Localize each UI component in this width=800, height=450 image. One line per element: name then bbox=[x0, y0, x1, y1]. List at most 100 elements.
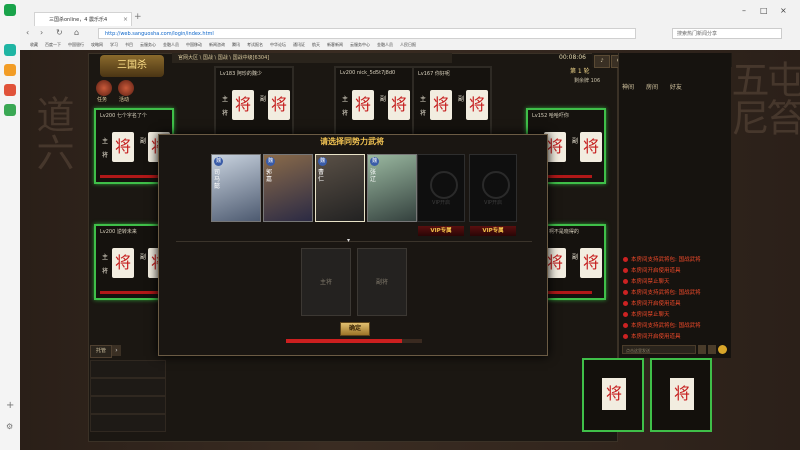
equip-slot bbox=[90, 396, 166, 414]
bookmark-item[interactable]: 收藏 bbox=[30, 42, 38, 47]
side-add-icon[interactable]: + bbox=[6, 400, 14, 411]
log-bullet-icon bbox=[623, 312, 628, 317]
bookmark-item[interactable]: 新客新闻 bbox=[327, 42, 343, 47]
search-input[interactable]: 搜索热门新闻分享 bbox=[672, 28, 782, 39]
confirm-button[interactable]: 确定 bbox=[340, 322, 370, 336]
vip-slot-text: VIP开启 bbox=[484, 200, 502, 206]
bookmark-item[interactable]: 攻略网 bbox=[91, 42, 103, 47]
log-bullet-icon bbox=[623, 268, 628, 273]
bookmark-item[interactable]: 中华论坛 bbox=[270, 42, 286, 47]
close-window-icon[interactable]: × bbox=[780, 6, 787, 15]
tab-room[interactable]: 房间 bbox=[646, 84, 658, 91]
minimize-icon[interactable]: – bbox=[742, 6, 746, 15]
general-glyph: 将 bbox=[112, 248, 134, 278]
browser-logo-icon[interactable] bbox=[4, 4, 16, 16]
seat-tag-fu: 副 bbox=[458, 96, 465, 103]
log-text: 本房间支持武将包: 国战武将 bbox=[631, 323, 701, 329]
general-name: 司马懿 bbox=[214, 169, 221, 190]
bookmark-item[interactable]: 中国移动 bbox=[186, 42, 202, 47]
tab-title: 三国杀online，4 震乐乐4 bbox=[49, 17, 108, 23]
address-bar[interactable]: http://web.sanguosha.com/login/index.htm… bbox=[98, 28, 636, 39]
side-weibo-icon[interactable] bbox=[4, 84, 16, 96]
bookmark-item[interactable]: 云服务心 bbox=[140, 42, 156, 47]
faction-badge: 魏 bbox=[370, 157, 379, 166]
activity-icon[interactable] bbox=[118, 80, 134, 96]
new-tab-button[interactable]: + bbox=[134, 12, 142, 22]
vip-locked-slot: VIP开启 bbox=[469, 154, 517, 222]
dialog-title: 请选择同势力武将 bbox=[320, 137, 384, 146]
seat-tag-zhu: 主 bbox=[222, 96, 229, 103]
bookmark-item[interactable]: 金融人员 bbox=[163, 42, 179, 47]
log-line: 本房间开启使用道具 bbox=[623, 299, 681, 307]
emoji-icon[interactable] bbox=[708, 345, 716, 354]
task-label: 任务 bbox=[97, 97, 108, 103]
chat-input[interactable]: 点击这里发送 bbox=[622, 345, 696, 354]
player-seat[interactable]: Lv167 你好呢主将副将将 bbox=[412, 66, 492, 142]
maximize-icon[interactable]: □ bbox=[760, 6, 768, 15]
general-name: 郭嘉 bbox=[266, 169, 273, 183]
side-app-icon[interactable] bbox=[4, 44, 16, 56]
seat-tag-zhu: 主 bbox=[102, 254, 109, 261]
seat-tag-fu: 副 bbox=[140, 254, 147, 261]
bookmark-item[interactable]: 通讯证 bbox=[293, 42, 305, 47]
back-icon[interactable]: ‹ bbox=[26, 28, 29, 38]
general-card[interactable]: 魏张辽 bbox=[367, 154, 417, 222]
log-line: 本房间支持武将包: 国战武将 bbox=[623, 321, 701, 329]
equip-slot bbox=[90, 378, 166, 396]
send-icon[interactable] bbox=[698, 345, 706, 354]
task-icon[interactable] bbox=[96, 80, 112, 96]
bookmark-item[interactable]: 金融人员 bbox=[377, 42, 393, 47]
bookmark-item[interactable]: 书目 bbox=[125, 42, 133, 47]
general-glyph: 将 bbox=[580, 248, 602, 278]
side-settings-icon[interactable]: ⚙ bbox=[6, 422, 13, 431]
general-card[interactable]: 魏司马懿 bbox=[211, 154, 261, 222]
managed-button[interactable]: 托管 bbox=[90, 345, 112, 358]
general-glyph: 将 bbox=[466, 90, 488, 120]
browser-tab[interactable]: 三国杀online，4 震乐乐4 × bbox=[34, 12, 132, 26]
log-text: 本房间开启使用道具 bbox=[631, 334, 681, 340]
right-tabs: 神间 房间 好友 bbox=[622, 82, 692, 91]
seat-tag-jiang: 将 bbox=[102, 268, 109, 275]
faction-badge: 魏 bbox=[318, 157, 327, 166]
forward-icon[interactable]: › bbox=[40, 28, 43, 38]
hand-general-card[interactable]: 将 bbox=[582, 358, 644, 432]
seat-tag-zhu: 主 bbox=[342, 96, 349, 103]
bookmark-item[interactable]: 考试报名 bbox=[247, 42, 263, 47]
close-tab-icon[interactable]: × bbox=[123, 13, 128, 26]
general-card[interactable]: 魏曹仁 bbox=[315, 154, 365, 222]
bookmark-item[interactable]: 百度一下 bbox=[45, 42, 61, 47]
side-chat-icon[interactable] bbox=[4, 104, 16, 116]
bookmark-item[interactable]: 云服务中心 bbox=[350, 42, 370, 47]
bookmark-item[interactable]: 航天 bbox=[312, 42, 320, 47]
top-toolbar-button[interactable]: ♪ bbox=[594, 55, 610, 68]
player-seat[interactable]: Lv200 nick_5d5t7j8d0 主将副将将 bbox=[334, 66, 414, 142]
general-card[interactable]: 魏郭嘉 bbox=[263, 154, 313, 222]
chevron-right-icon[interactable]: › bbox=[112, 345, 121, 356]
side-star-icon[interactable] bbox=[4, 64, 16, 76]
bookmark-item[interactable]: 学习 bbox=[110, 42, 118, 47]
main-general-slot[interactable]: 主将 bbox=[301, 248, 351, 316]
bookmark-item[interactable]: 腾讯 bbox=[232, 42, 240, 47]
bookmark-item[interactable]: 人民日报 bbox=[400, 42, 416, 47]
log-line: 本房间开启使用道具 bbox=[623, 266, 681, 274]
log-text: 本房间支持武将包: 国战武将 bbox=[631, 257, 701, 263]
general-name: 张辽 bbox=[370, 169, 377, 183]
player-name: Lv183 阿珍的魏少 bbox=[220, 71, 262, 77]
bookmark-item[interactable]: 新闻咨询 bbox=[209, 42, 225, 47]
tab-chat[interactable]: 神间 bbox=[622, 84, 634, 91]
vip-exclusive-button[interactable]: VIP专属 bbox=[470, 226, 516, 236]
player-seat[interactable]: Lv183 阿珍的魏少主将副将将 bbox=[214, 66, 294, 142]
hand-general-card[interactable]: 将 bbox=[650, 358, 712, 432]
seat-tag-jiang: 将 bbox=[342, 110, 349, 117]
vip-exclusive-button[interactable]: VIP专属 bbox=[418, 226, 464, 236]
refresh-icon[interactable]: ↻ bbox=[56, 28, 63, 38]
coin-icon[interactable] bbox=[718, 345, 727, 354]
general-glyph: 将 bbox=[670, 378, 694, 410]
seat-tag-fu: 副 bbox=[572, 138, 579, 145]
time-progress bbox=[286, 339, 422, 343]
deputy-general-slot[interactable]: 副将 bbox=[357, 248, 407, 316]
home-icon[interactable]: ⌂ bbox=[74, 28, 79, 38]
tab-friends[interactable]: 好友 bbox=[670, 84, 682, 91]
bookmark-item[interactable]: 中国银行 bbox=[68, 42, 84, 47]
log-text: 本房间禁止聊天 bbox=[631, 279, 670, 285]
